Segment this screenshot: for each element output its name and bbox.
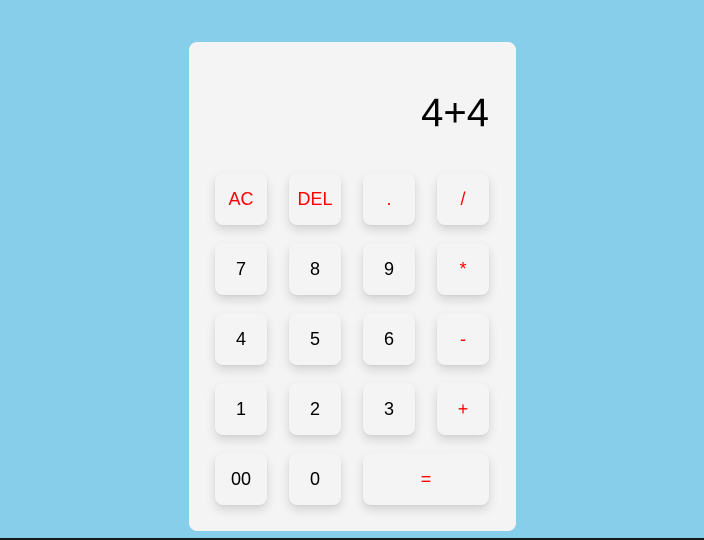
keypad: AC DEL . / 7 8 9 * 4 5 6 - 1 2 3 + 00 0 …: [215, 173, 489, 505]
digit-8-button[interactable]: 8: [289, 243, 341, 295]
divide-button[interactable]: /: [437, 173, 489, 225]
minus-button[interactable]: -: [437, 313, 489, 365]
plus-button[interactable]: +: [437, 383, 489, 435]
equals-button[interactable]: =: [363, 453, 489, 505]
digit-3-button[interactable]: 3: [363, 383, 415, 435]
double-zero-button[interactable]: 00: [215, 453, 267, 505]
digit-6-button[interactable]: 6: [363, 313, 415, 365]
calculator: 4+4 AC DEL . / 7 8 9 * 4 5 6 - 1 2 3 + 0…: [189, 42, 516, 531]
calculator-display: 4+4: [421, 91, 489, 135]
digit-1-button[interactable]: 1: [215, 383, 267, 435]
digit-4-button[interactable]: 4: [215, 313, 267, 365]
digit-2-button[interactable]: 2: [289, 383, 341, 435]
multiply-button[interactable]: *: [437, 243, 489, 295]
digit-7-button[interactable]: 7: [215, 243, 267, 295]
digit-0-button[interactable]: 0: [289, 453, 341, 505]
delete-button[interactable]: DEL: [289, 173, 341, 225]
digit-9-button[interactable]: 9: [363, 243, 415, 295]
digit-5-button[interactable]: 5: [289, 313, 341, 365]
decimal-point-button[interactable]: .: [363, 173, 415, 225]
clear-all-button[interactable]: AC: [215, 173, 267, 225]
